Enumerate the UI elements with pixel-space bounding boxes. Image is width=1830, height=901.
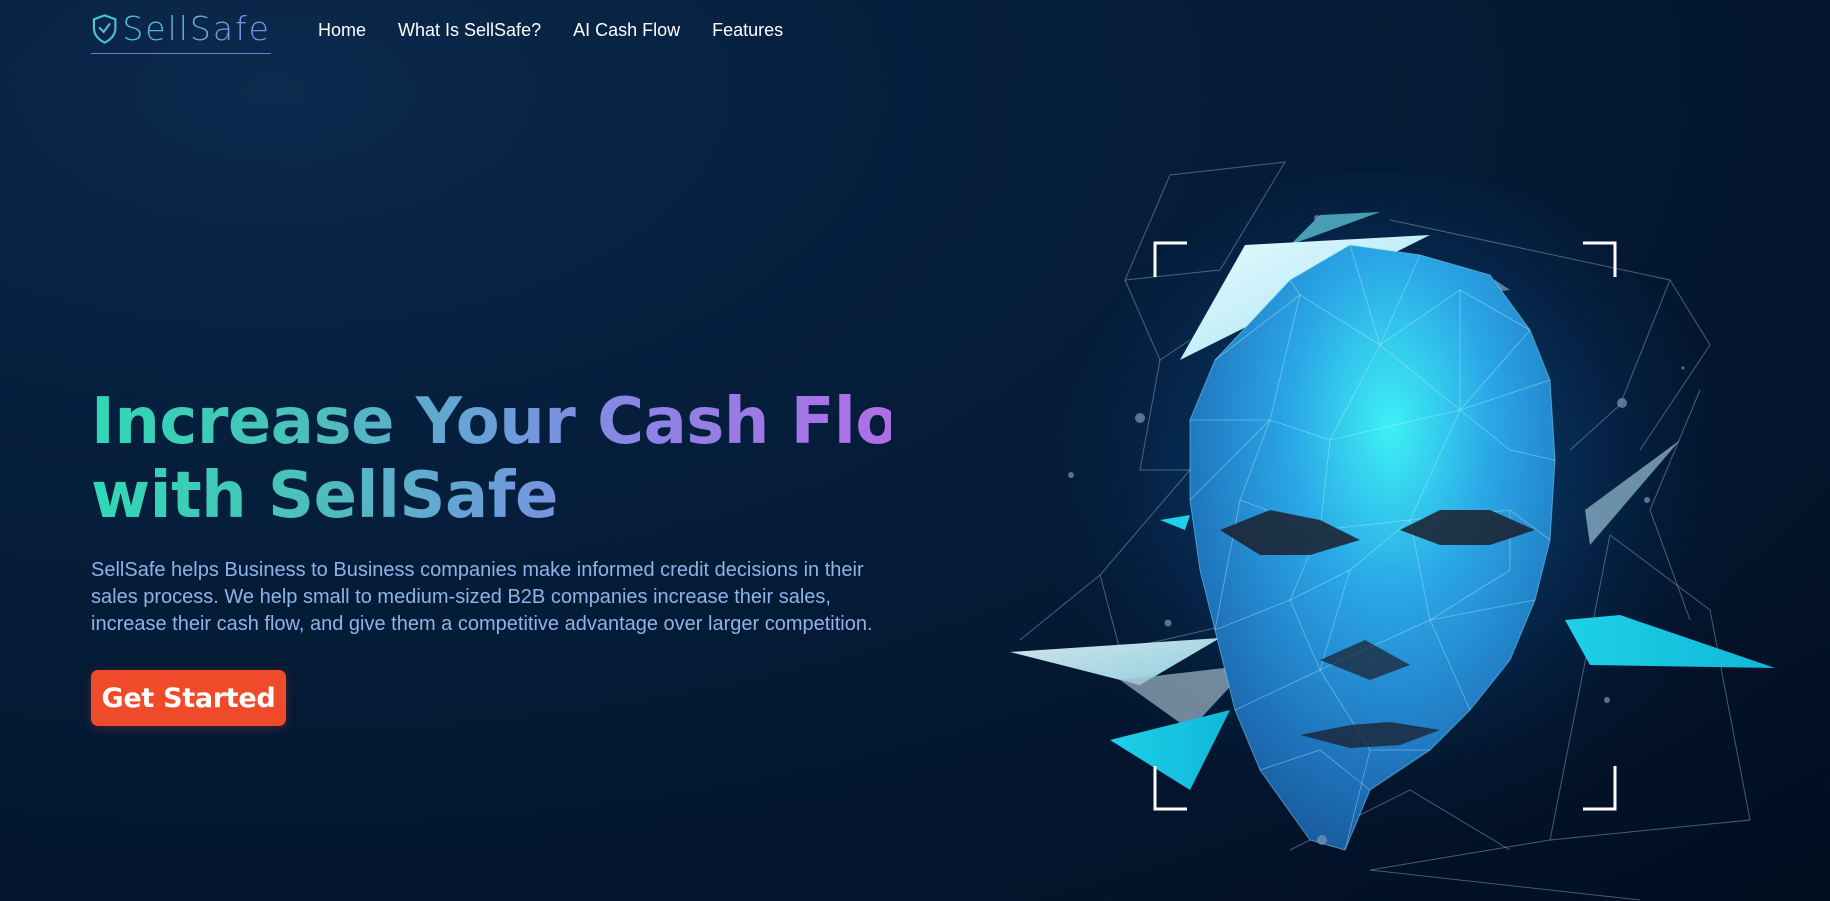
hero-headline-line2: with SellSafe [91,459,558,533]
nav-ai-cash-flow[interactable]: AI Cash Flow [573,20,680,41]
shield-check-icon [92,13,117,44]
nav-features[interactable]: Features [712,20,783,41]
polygon-face-scan-icon [1010,161,1775,901]
landing-page: SellSafe Home What Is SellSafe? AI Cash … [0,0,1830,901]
hero-description: SellSafe helps Business to Business comp… [91,559,873,635]
top-navigation: SellSafe Home What Is SellSafe? AI Cash … [0,0,1830,64]
hero-headline: Increase Your Cash Flow with SellSafe [91,385,891,533]
nav-what-is-sellsafe[interactable]: What Is SellSafe? [398,20,541,41]
face-scan-illustration [990,150,1790,901]
logo[interactable]: SellSafe [91,9,271,54]
get-started-button[interactable]: Get Started [91,670,286,726]
nav-home[interactable]: Home [318,20,366,41]
nav-links: Home What Is SellSafe? AI Cash Flow Feat… [318,20,815,41]
hero-headline-line1: Increase Your Cash Flow [91,385,958,459]
logo-text: SellSafe [122,9,271,48]
